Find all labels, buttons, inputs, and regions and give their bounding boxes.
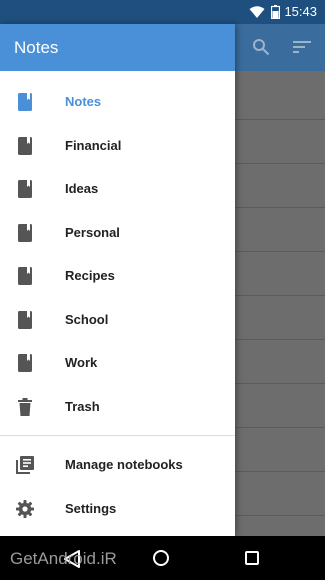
list-divider — [235, 383, 325, 384]
drawer-item-label: School — [65, 311, 109, 327]
notebook-icon — [18, 93, 32, 111]
drawer-item-label: Ideas — [65, 181, 99, 196]
status-time: 15:43 — [284, 4, 317, 19]
list-divider — [235, 119, 325, 120]
list-divider — [235, 295, 325, 296]
notebook-icon — [18, 180, 32, 198]
drawer-item-settings[interactable]: Settings — [0, 487, 235, 530]
drawer-divider — [0, 435, 235, 436]
list-divider — [235, 471, 325, 472]
drawer-item-ideas[interactable]: Ideas — [0, 167, 235, 210]
list-divider — [235, 251, 325, 252]
drawer-item-label: Settings — [65, 500, 117, 516]
manage-notebooks-icon — [16, 456, 34, 474]
drawer-item-label: Work — [65, 355, 98, 370]
drawer-item-school[interactable]: School — [0, 298, 235, 341]
notebook-icon — [18, 223, 32, 242]
search-icon[interactable] — [252, 38, 270, 56]
list-divider — [235, 515, 325, 516]
drawer-item-label: Financial — [65, 137, 122, 153]
status-bar: 15:43 — [0, 0, 325, 24]
sort-icon[interactable] — [293, 39, 311, 55]
drawer-item-work[interactable]: Work — [0, 341, 235, 384]
drawer-item-financial[interactable]: Financial — [0, 124, 235, 167]
wifi-icon — [249, 6, 265, 18]
trash-icon — [18, 397, 32, 416]
list-divider — [235, 163, 325, 164]
watermark: GetAndroid.iR — [10, 549, 117, 568]
notebook-icon — [18, 136, 32, 155]
drawer-item-trash[interactable]: Trash — [0, 385, 235, 428]
drawer-item-label: Recipes — [65, 268, 115, 283]
notebook-icon — [18, 354, 32, 372]
list-divider — [235, 427, 325, 428]
drawer-item-label: Notes — [65, 94, 102, 109]
drawer-item-label: Personal — [65, 224, 120, 240]
notebook-icon — [18, 310, 32, 329]
recent-apps-icon[interactable] — [245, 551, 259, 565]
navigation-drawer: Notes Notes Financial Ideas Personal Rec… — [0, 24, 235, 536]
drawer-item-label: Manage notebooks — [65, 457, 183, 472]
notebook-icon — [18, 267, 32, 285]
drawer-header: Notes — [0, 24, 235, 71]
home-icon[interactable] — [153, 550, 169, 566]
battery-icon — [271, 5, 280, 19]
drawer-item-personal[interactable]: Personal — [0, 211, 235, 254]
drawer-item-label: Trash — [65, 398, 100, 414]
drawer-title: Notes — [14, 38, 59, 57]
drawer-item-manage-notebooks[interactable]: Manage notebooks — [0, 443, 235, 486]
gear-icon — [16, 499, 34, 518]
list-divider — [235, 339, 325, 340]
list-divider — [235, 207, 325, 208]
drawer-item-notes[interactable]: Notes — [0, 80, 235, 123]
drawer-item-recipes[interactable]: Recipes — [0, 254, 235, 297]
